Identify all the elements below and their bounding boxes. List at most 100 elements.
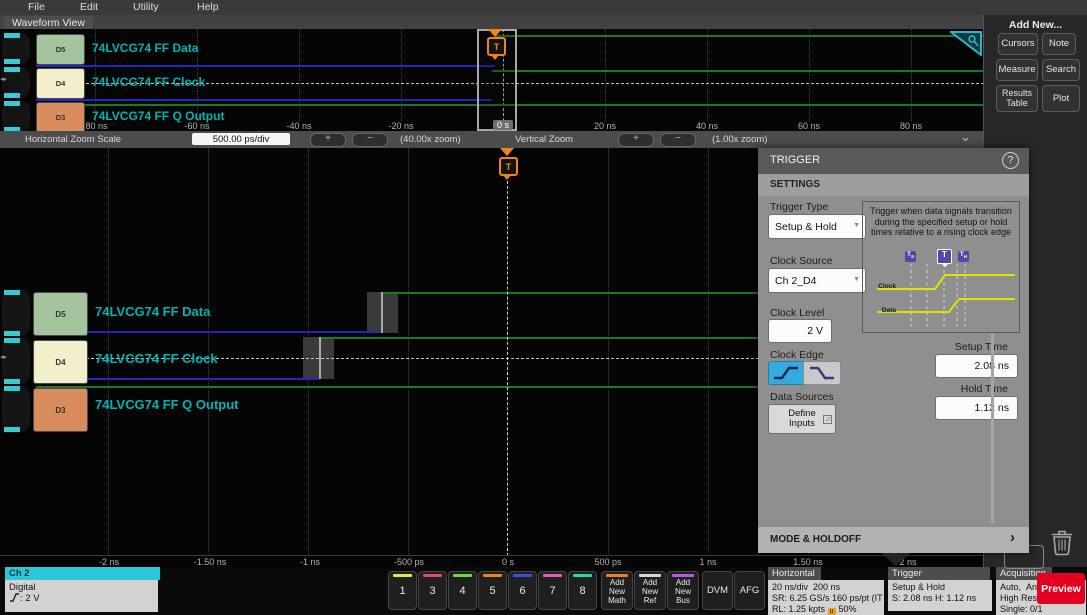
clock-source-label: Clock Source [770, 255, 832, 267]
channel-handle[interactable] [2, 290, 30, 336]
overview-axis-tick: 80 ns [900, 121, 922, 131]
channel-handle[interactable] [2, 101, 30, 132]
channel-badge-d5[interactable]: D5 [33, 292, 88, 336]
define-inputs-button[interactable]: Define Inputs ◿ [768, 404, 836, 434]
ch2-threshold: : 2 V [20, 593, 40, 604]
add-new-bus-button[interactable]: Add New Bus [667, 571, 699, 610]
channel-label-data: 74LVCG74 FF Data [92, 41, 198, 55]
channel-7-button[interactable]: 7 [538, 571, 567, 610]
clock-edge-falling-button[interactable] [803, 361, 841, 385]
overview-trigger-flag-icon[interactable]: T [487, 37, 506, 56]
menu-edit[interactable]: Edit [80, 1, 98, 13]
channel-badge-d5[interactable]: D5 [36, 34, 85, 65]
channel-handle[interactable] [2, 33, 30, 64]
preview-button[interactable]: Preview [1037, 573, 1085, 604]
h-zoom-plus-button[interactable]: + [310, 133, 346, 147]
menu-bar: File Edit Utility Help [0, 0, 1087, 15]
v-zoom-factor: (1.00x zoom) [712, 134, 767, 145]
setup-time-label: Setup Time [928, 341, 1008, 353]
settings-tab-label: SETTINGS [770, 179, 820, 190]
channel-label-clock: 74LVCG74 FF Clock [95, 351, 218, 366]
main-trigger-flag-icon[interactable]: T [499, 157, 518, 176]
add-new-ref-button[interactable]: Add New Ref [634, 571, 666, 610]
channel-6-button[interactable]: 6 [508, 571, 537, 610]
mode-holdoff-bar[interactable]: MODE & HOLDOFF › [758, 527, 1029, 553]
setup-time-input[interactable]: 2.08 ns [935, 354, 1018, 378]
hold-time-label: Hold Time [928, 383, 1008, 395]
overview-axis-tick: 40 ns [696, 121, 718, 131]
trigger-source-indicator-icon: ◂▸ [0, 353, 7, 361]
channel-handle[interactable] [2, 338, 30, 384]
clock-edge-rising-button[interactable] [768, 361, 804, 385]
trigger-panel-header[interactable]: TRIGGER ? [758, 148, 1029, 174]
help-icon[interactable]: ? [1002, 152, 1019, 169]
main-trigger-position-line [507, 176, 508, 556]
clock-level-input[interactable]: 2 V [768, 319, 832, 343]
v-zoom-minus-button[interactable]: − [660, 133, 696, 147]
afg-button[interactable]: AFG [734, 571, 765, 610]
overview-axis-tick: 20 ns [594, 121, 616, 131]
main-axis-tick: 500 ps [594, 557, 621, 567]
panel-scrollbar[interactable] [991, 333, 994, 523]
ch2-badge-title: Ch 2 [5, 567, 160, 580]
measure-button[interactable]: Measure [996, 59, 1038, 81]
tab-settings[interactable]: SETTINGS [758, 174, 1029, 196]
trigger-badge[interactable]: Trigger Setup & Hold S: 2.08 ns H: 1.12 … [888, 567, 992, 611]
tab-waveform-view[interactable]: Waveform View [4, 16, 93, 30]
t-marker-flag: T [937, 249, 952, 264]
dvm-button[interactable]: DVM [702, 571, 733, 610]
overview-data-low [36, 65, 495, 67]
overview-data-high [495, 35, 984, 37]
overview-trigger-arrow-icon [488, 29, 502, 37]
trigger-badge-title: Trigger [888, 567, 990, 580]
channel-badge-d4[interactable]: D4 [36, 68, 85, 99]
define-inputs-label: Define Inputs [780, 409, 824, 430]
menu-help[interactable]: Help [197, 1, 219, 13]
channel-1-button[interactable]: 1 [388, 571, 417, 610]
trigger-source-indicator-icon: ◂▸ [0, 75, 7, 83]
expand-icon: ◿ [823, 415, 832, 424]
note-button[interactable]: Note [1042, 33, 1076, 55]
dropdown-arrow-icon: ▼ [853, 276, 860, 283]
chevron-right-icon: › [1010, 529, 1015, 546]
h-zoom-minus-button[interactable]: − [352, 133, 388, 147]
panel-callout-tail [881, 553, 911, 566]
search-button[interactable]: Search [1042, 59, 1080, 81]
channel-5-button[interactable]: 5 [478, 571, 507, 610]
overview-axis-tick: -40 ns [286, 121, 311, 131]
add-new-math-button[interactable]: Add New Math [601, 571, 633, 610]
ch2-type: Digital [9, 582, 154, 593]
v-zoom-plus-button[interactable]: + [618, 133, 654, 147]
channel-handle[interactable] [2, 386, 30, 432]
channel-3-button[interactable]: 3 [418, 571, 447, 610]
t-marker-tail [941, 263, 949, 267]
overview-clock-low [36, 99, 492, 101]
plot-button[interactable]: Plot [1042, 85, 1080, 112]
horizontal-badge[interactable]: Horizontal 20 ns/div 200 ns SR: 6.25 GS/… [768, 567, 884, 615]
trigger-description-text: Trigger when data signals transition dur… [863, 202, 1019, 238]
results-table-button[interactable]: Results Table [996, 85, 1038, 112]
ch2-badge[interactable]: Ch 2 Digital : 2 V [5, 567, 158, 612]
channel-4-button[interactable]: 4 [448, 571, 477, 610]
overview-axis-tick-zero: 0 s [493, 120, 513, 130]
clock-edge-label: Clock Edge [770, 349, 824, 361]
trash-icon[interactable] [1050, 529, 1074, 557]
channel-badge-d3[interactable]: D3 [36, 102, 85, 133]
hold-time-input[interactable]: 1.12 ns [935, 396, 1018, 420]
overview-plot[interactable]: T -80 ns -60 ns -40 ns -20 ns 0 s 20 ns … [0, 29, 984, 131]
main-trigger-arrow-icon [500, 148, 514, 156]
clock-source-dropdown[interactable]: Ch 2_D4 ▼ [768, 268, 866, 293]
channel-8-button[interactable]: 8 [568, 571, 597, 610]
ts-marker-flag: TS [905, 251, 916, 262]
h-zoom-scale-input[interactable]: 500.00 ps/div [192, 133, 290, 145]
menu-utility[interactable]: Utility [133, 1, 159, 13]
chevron-down-icon[interactable]: ⌄ [960, 129, 971, 145]
v-zoom-label: Vertical Zoom [515, 134, 573, 145]
channel-badge-d4[interactable]: D4 [33, 340, 88, 384]
overview-clock-high [492, 70, 984, 72]
cursors-button[interactable]: Cursors [998, 33, 1038, 55]
trigger-type-dropdown[interactable]: Setup & Hold ▼ [768, 214, 866, 239]
menu-file[interactable]: File [28, 1, 45, 13]
zoom-overview-icon[interactable] [950, 31, 982, 56]
channel-badge-d3[interactable]: D3 [33, 388, 88, 432]
